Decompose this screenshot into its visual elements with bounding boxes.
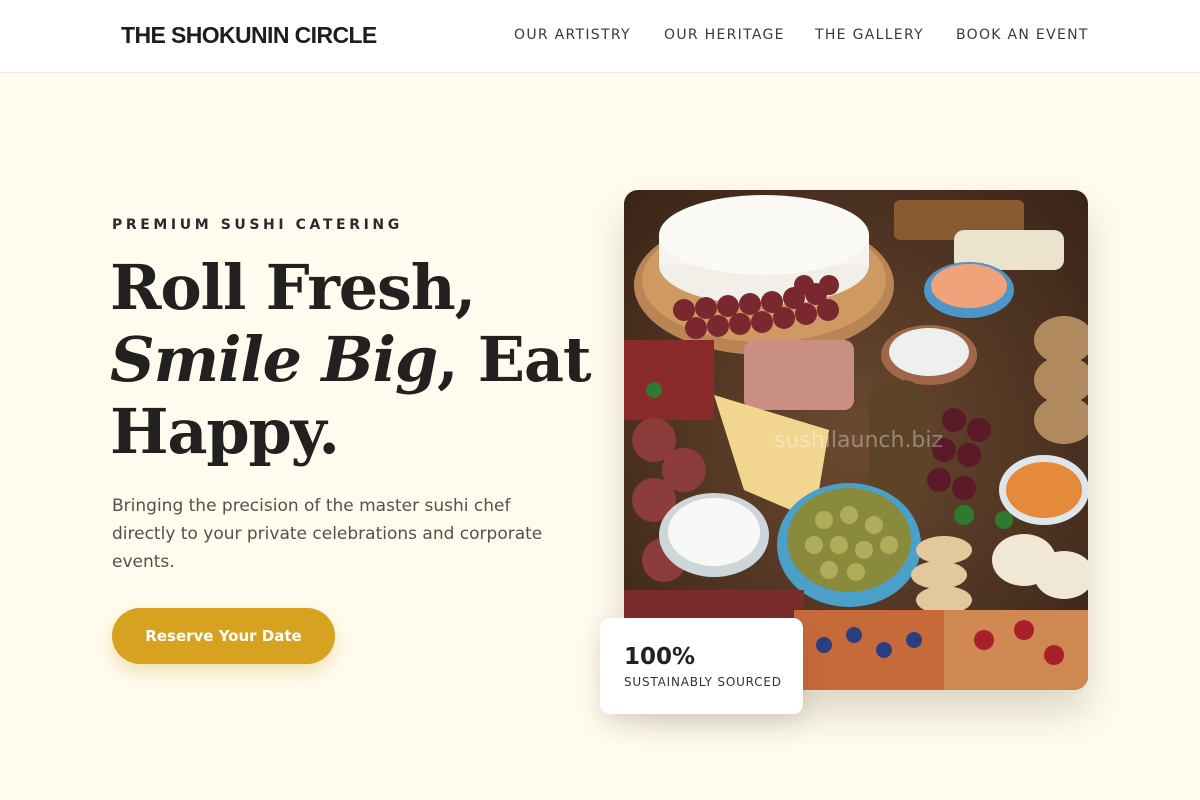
nav-link-our-artistry[interactable]: OUR ARTISTRY	[514, 27, 631, 43]
site-header: THE SHOKUNIN CIRCLE OUR ARTISTRY OUR HER…	[0, 0, 1200, 73]
reserve-date-button[interactable]: Reserve Your Date	[112, 608, 335, 664]
headline-line-3: Happy.	[110, 395, 340, 468]
headline-line-1: Roll Fresh,	[110, 251, 476, 324]
hero-headline: Roll Fresh, Smile Big, Eat Happy.	[110, 251, 591, 468]
headline-emphasis: Smile Big	[110, 323, 438, 396]
sustainability-stat-card: 100% SUSTAINABLY SOURCED	[600, 618, 803, 714]
main-nav: OUR ARTISTRY OUR HERITAGE THE GALLERY BO…	[0, 27, 1200, 47]
stat-label: SUSTAINABLY SOURCED	[624, 675, 782, 689]
nav-link-book-an-event[interactable]: BOOK AN EVENT	[956, 27, 1089, 43]
image-watermark: sushilaunch.biz	[774, 428, 944, 453]
nav-link-the-gallery[interactable]: THE GALLERY	[815, 27, 924, 43]
stat-value: 100%	[624, 644, 696, 670]
headline-line-2: Smile Big, Eat	[110, 323, 591, 396]
headline-line-2-rest: , Eat	[437, 323, 591, 396]
hero-eyebrow: PREMIUM SUSHI CATERING	[112, 217, 403, 233]
hero-description: Bringing the precision of the master sus…	[112, 496, 543, 572]
hero-food-image: sushilaunch.biz	[624, 190, 1088, 690]
nav-link-our-heritage[interactable]: OUR HERITAGE	[664, 27, 785, 43]
